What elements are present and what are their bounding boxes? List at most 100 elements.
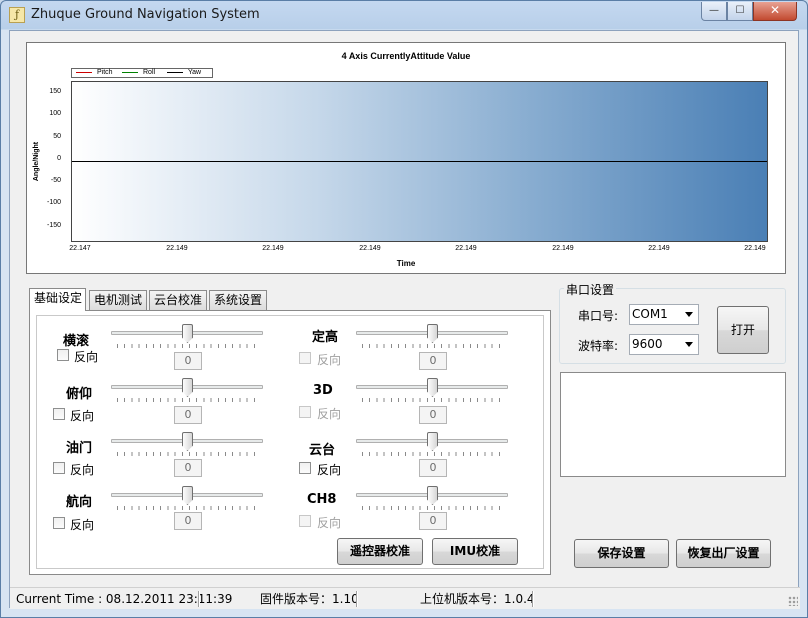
channel-settings-box: 横滚 反向 0 俯仰 反向 0 油门 反向 0 航向 反向 0 定高 反向 0 …	[36, 315, 544, 569]
pitch-slider-thumb[interactable]	[182, 378, 193, 397]
port-select[interactable]: COM1	[629, 304, 699, 325]
pitch-slider-ticks	[117, 398, 257, 402]
altitude-hold-slider-thumb[interactable]	[427, 324, 438, 343]
legend-swatch-pitch	[76, 71, 92, 73]
resize-grip-icon[interactable]	[788, 596, 798, 606]
chevron-down-icon	[685, 342, 693, 347]
x-tick-label: 22.149	[262, 245, 284, 252]
pitch-value: 0	[174, 406, 202, 424]
3d-mode-slider-thumb[interactable]	[427, 378, 438, 397]
status-divider	[532, 591, 534, 607]
baud-select[interactable]: 9600	[629, 334, 699, 355]
minimize-button[interactable]: —	[701, 2, 727, 21]
chart-plot-area	[71, 81, 768, 242]
pitch-reverse-checkbox[interactable]	[53, 408, 65, 420]
throttle-slider-thumb[interactable]	[182, 432, 193, 451]
altitude-hold-value: 0	[419, 352, 447, 370]
serial-group-title: 串口设置	[564, 281, 617, 298]
yaw-value: 0	[174, 512, 202, 530]
x-tick-label: 22.149	[359, 245, 381, 252]
yaw-slider-thumb[interactable]	[182, 486, 193, 505]
x-tick-label: 22.149	[744, 245, 766, 252]
pitch-reverse-label: 反向	[70, 409, 95, 423]
chevron-down-icon	[685, 312, 693, 317]
gimbal-reverse-label: 反向	[317, 463, 342, 477]
3d-mode-reverse-label: 反向	[317, 407, 342, 421]
throttle-label: 油门	[66, 441, 93, 456]
legend-item-pitch: Pitch	[76, 69, 113, 78]
legend-swatch-roll	[122, 71, 138, 73]
gimbal-reverse-checkbox[interactable]	[299, 462, 311, 474]
roll-reverse-checkbox[interactable]	[57, 349, 69, 361]
y-tick-label: -50	[50, 177, 61, 184]
ch8-slider-thumb[interactable]	[427, 486, 438, 505]
pitch-label: 俯仰	[66, 387, 93, 402]
remote-calibrate-button[interactable]: 遥控器校准	[337, 538, 423, 565]
throttle-reverse-label: 反向	[70, 463, 95, 477]
tab-motor-test[interactable]: 电机测试	[89, 290, 147, 310]
legend-label-pitch: Pitch	[97, 69, 113, 76]
maximize-button[interactable]: ☐	[727, 2, 753, 21]
app-logo-icon: ƒ	[9, 7, 25, 23]
legend-item-roll: Roll	[122, 69, 155, 78]
roll-reverse-label: 反向	[74, 350, 99, 364]
3d-mode-reverse-checkbox[interactable]	[299, 406, 311, 418]
firmware-version-status: 固件版本号：1.10	[260, 592, 359, 606]
roll-value: 0	[174, 352, 202, 370]
ch8-value: 0	[419, 512, 447, 530]
throttle-slider-ticks	[117, 452, 257, 456]
gimbal-slider-ticks	[362, 452, 502, 456]
legend-label-roll: Roll	[143, 69, 156, 76]
app-window: ƒ Zhuque Ground Navigation System — ☐ ✕ …	[0, 0, 808, 618]
y-tick-label: 100	[49, 110, 61, 117]
log-output-box[interactable]	[560, 372, 786, 477]
legend-label-yaw: Yaw	[188, 69, 202, 76]
factory-reset-button[interactable]: 恢复出厂设置	[676, 539, 771, 568]
tab-basic-settings[interactable]: 基础设定	[29, 288, 86, 311]
yaw-series-line	[72, 161, 767, 162]
y-tick-label: -150	[46, 222, 61, 229]
tab-system-settings[interactable]: 系统设置	[209, 290, 267, 310]
throttle-value: 0	[174, 459, 202, 477]
yaw-slider-ticks	[117, 506, 257, 510]
y-tick-label: 150	[49, 88, 61, 95]
throttle-reverse-checkbox[interactable]	[53, 462, 65, 474]
chart-x-axis-label: Time	[396, 259, 416, 268]
status-divider	[198, 591, 200, 607]
port-select-value: COM1	[632, 307, 668, 321]
y-tick-label: 50	[53, 133, 61, 140]
altitude-hold-label: 定高	[312, 330, 339, 345]
x-tick-label: 22.147	[69, 245, 91, 252]
yaw-reverse-label: 反向	[70, 518, 95, 532]
serial-settings-group: 串口设置 串口号: COM1 波特率: 9600 打开	[559, 281, 786, 364]
ch8-reverse-label: 反向	[317, 516, 342, 530]
x-tick-label: 22.149	[455, 245, 477, 252]
gimbal-value: 0	[419, 459, 447, 477]
port-label: 串口号:	[578, 309, 619, 323]
y-tick-label: -100	[46, 199, 61, 206]
imu-calibrate-button[interactable]: IMU校准	[432, 538, 518, 565]
open-port-button[interactable]: 打开	[717, 306, 769, 354]
save-settings-button[interactable]: 保存设置	[574, 539, 669, 568]
gimbal-slider-thumb[interactable]	[427, 432, 438, 451]
3d-mode-value: 0	[419, 406, 447, 424]
tab-gimbal-calibration[interactable]: 云台校准	[149, 290, 207, 310]
status-bar: Current Time : 08.12.2011 23:11:39 固件版本号…	[10, 587, 800, 609]
yaw-label: 航向	[66, 495, 93, 510]
close-button[interactable]: ✕	[753, 2, 797, 21]
roll-label: 横滚	[63, 334, 90, 349]
ch8-label: CH8	[307, 492, 337, 507]
altitude-hold-slider-ticks	[362, 344, 502, 348]
basic-settings-panel: 横滚 反向 0 俯仰 反向 0 油门 反向 0 航向 反向 0 定高 反向 0 …	[29, 310, 551, 575]
y-tick-label: 0	[57, 155, 61, 162]
3d-mode-label: 3D	[313, 383, 333, 398]
roll-slider-thumb[interactable]	[182, 324, 193, 343]
x-tick-label: 22.149	[552, 245, 574, 252]
yaw-reverse-checkbox[interactable]	[53, 517, 65, 529]
window-title: Zhuque Ground Navigation System	[31, 7, 260, 22]
x-tick-label: 22.149	[166, 245, 188, 252]
title-bar[interactable]: ƒ Zhuque Ground Navigation System — ☐ ✕	[1, 1, 807, 29]
ch8-reverse-checkbox[interactable]	[299, 515, 311, 527]
host-version-status: 上位机版本号：1.0.4	[420, 592, 535, 606]
altitude-hold-reverse-checkbox[interactable]	[299, 352, 311, 364]
